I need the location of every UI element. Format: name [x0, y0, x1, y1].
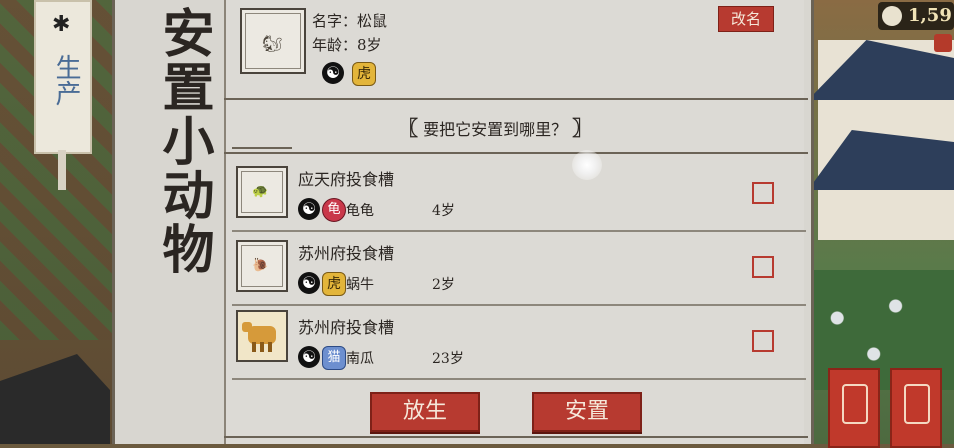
cow-icon: [236, 310, 288, 362]
character-icon: [904, 384, 930, 424]
coin-icon: [882, 6, 902, 26]
currency-display: 1,59: [878, 2, 954, 30]
currency-value: 1,59: [908, 5, 952, 26]
prompt-text: 要把它安置到哪里？: [423, 120, 568, 139]
zodiac-icon: 猫: [322, 346, 346, 370]
roof-scenery: [0, 354, 110, 444]
zodiac-icon: 虎: [322, 272, 346, 296]
slot-thumbnail: 🐌: [236, 240, 288, 292]
sign-label: 生产: [51, 54, 81, 106]
sign-pole: [58, 150, 66, 190]
slot-row[interactable]: 🐌 苏州府投食槽 ☯ 虎 蜗牛 2岁: [232, 232, 806, 306]
rename-button[interactable]: 改名: [718, 6, 774, 32]
list-top-divider: [224, 152, 808, 154]
slot-place: 苏州府投食槽: [298, 318, 395, 337]
slot-row[interactable]: 🐢 应天府投食槽 ☯ 龟 龟龟 4岁: [232, 158, 806, 232]
turtle-icon: 🐢: [252, 184, 269, 199]
slot-row[interactable]: 苏州府投食槽 ☯ 猫 南瓜 23岁: [232, 306, 806, 380]
slot-animal-age: 4岁: [432, 203, 455, 219]
section-divider: [224, 98, 808, 100]
zodiac-icon: 龟: [322, 198, 346, 222]
slot-animal-name: 龟龟: [346, 203, 374, 219]
selected-animal-card: 🐿 名字：松鼠 年龄：8岁 ☯ 虎: [232, 2, 798, 98]
right-bracket: 〗: [572, 116, 593, 140]
selected-animal-thumbnail: 🐿: [240, 8, 306, 74]
left-bracket: 〖: [398, 116, 418, 140]
slot-animal-age: 2岁: [432, 277, 455, 293]
sign-emblem-icon: ✱: [52, 12, 71, 37]
slot-place: 应天府投食槽: [298, 170, 395, 189]
panel-title: 安置小动物: [153, 6, 214, 276]
slot-checkbox[interactable]: [752, 256, 774, 278]
placement-prompt: 〖 要把它安置到哪里？ 〗: [398, 112, 592, 141]
bottom-divider: [224, 436, 808, 438]
slot-animal-age: 23岁: [432, 351, 464, 367]
slot-checkbox[interactable]: [752, 182, 774, 204]
side-menu-button[interactable]: [828, 368, 880, 448]
slot-animal-name: 蜗牛: [346, 277, 374, 293]
slot-checkbox[interactable]: [752, 330, 774, 352]
production-sign[interactable]: ✱ 生产: [34, 0, 92, 154]
scroll-hint: [232, 134, 332, 149]
scroll-icon: [842, 384, 868, 424]
yin-yang-icon: ☯: [298, 346, 320, 368]
snail-icon: 🐌: [252, 258, 269, 273]
yin-yang-icon: ☯: [298, 272, 320, 294]
yin-yang-icon: ☯: [298, 198, 320, 220]
side-menu-button[interactable]: [890, 368, 942, 448]
animal-age: 年龄：8岁: [312, 36, 382, 54]
settle-button[interactable]: 安置: [532, 392, 642, 432]
slot-place: 苏州府投食槽: [298, 244, 395, 263]
slot-animal-name: 南瓜: [346, 351, 374, 367]
slot-thumbnail: 🐢: [236, 166, 288, 218]
squirrel-icon: 🐿: [262, 34, 283, 53]
menu-icon[interactable]: [934, 34, 952, 52]
yin-yang-icon: ☯: [322, 62, 344, 84]
touch-cursor: [572, 150, 602, 180]
tiger-icon: 虎: [352, 62, 376, 86]
release-button[interactable]: 放生: [370, 392, 480, 432]
animal-name: 名字：松鼠: [312, 12, 388, 30]
